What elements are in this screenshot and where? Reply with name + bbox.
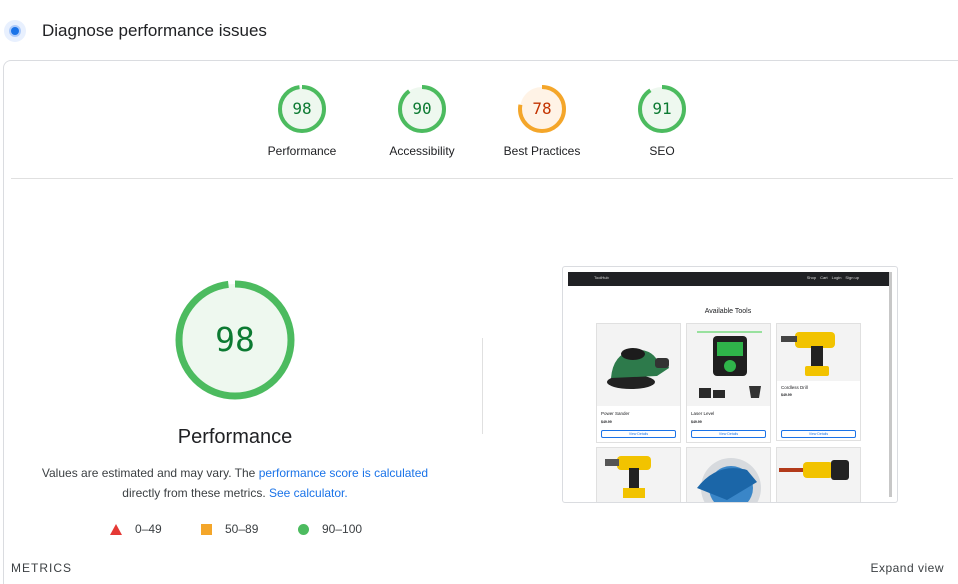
product-name: Cordless Drill [781,385,808,390]
gauge-score: 78 [532,99,551,118]
square-icon [201,523,212,535]
gauge-seo[interactable]: 91 SEO [607,83,717,158]
legend-fail: 0–49 [110,522,162,536]
thumb-nav-item: Cart [820,275,828,280]
sander-image [597,324,680,406]
thumb-brand: ToolHub [594,275,609,280]
desc-text: directly from these metrics. [122,486,266,500]
page-title: Diagnose performance issues [42,21,267,40]
product-card: Laser Level $49.99 View Details [686,323,771,443]
gauge-score: 98 [292,99,311,118]
performance-title: Performance [177,426,293,448]
product-card: Cordless Drill $49.99 View Details [776,323,861,441]
gauge-ring: 98 [278,85,326,133]
gauge-label: Performance [267,144,337,158]
thumb-nav-item: Shop [806,275,817,280]
expand-view-button[interactable]: Expand view [870,561,944,575]
product-card [776,447,861,502]
thumb-navbar: ToolHub Shop Cart Login Sign up [568,272,889,286]
circle-icon [298,523,309,535]
impact-driver-image [597,448,680,502]
drill-image [777,324,860,381]
product-card [686,447,771,502]
product-card: Power Sander $49.99 View Details [596,323,681,443]
performance-gauge-large: 98 [175,280,295,400]
product-name: Laser Level [691,411,715,416]
lighthouse-icon [4,20,26,42]
legend-pass: 90–100 [298,522,362,536]
gauge-ring: 78 [518,85,566,133]
legend-range: 90–100 [322,522,363,536]
thumb-nav-item: Sign up [845,275,859,280]
laser-level-image [687,324,770,406]
divider [11,178,953,179]
performance-score-large: 98 [215,320,255,359]
divider-vertical [482,338,483,434]
legend-range: 50–89 [225,522,259,536]
gauge-ring: 90 [398,85,446,133]
gauge-best-practices[interactable]: 78 Best Practices [487,83,597,158]
view-details-button: View Details [781,430,856,438]
score-description: Values are estimated and may vary. The p… [20,463,450,503]
reciprocating-saw-image [777,448,860,502]
thumb-heading: Available Tools [704,308,752,315]
metrics-heading: METRICS [11,561,72,575]
view-details-button: View Details [691,430,766,438]
legend-range: 0–49 [135,522,162,536]
triangle-icon [110,523,122,535]
product-name: Power Sander [601,411,630,416]
product-card [596,447,681,502]
desc-text: Values are estimated and may vary. The [41,466,256,480]
gauge-score: 90 [412,99,431,118]
product-price: $49.99 [601,420,612,424]
score-calculated-link[interactable]: performance score is calculated [259,466,428,480]
thumb-scrollbar [889,272,892,497]
gauge-score: 91 [652,99,671,118]
see-calculator-link[interactable]: See calculator. [269,486,348,500]
thumb-nav: Shop Cart Login Sign up [807,275,859,280]
page-header: Diagnose performance issues [0,0,958,60]
thumb-nav-item: Login [831,275,842,280]
product-price: $49.99 [781,393,792,397]
gauge-label: Best Practices [503,144,581,158]
gauge-ring: 91 [638,85,686,133]
gauge-label: SEO [649,144,675,158]
gauge-accessibility[interactable]: 90 Accessibility [367,83,477,158]
view-details-button: View Details [601,430,676,438]
gauge-performance[interactable]: 98 Performance [247,83,357,158]
legend-average: 50–89 [201,522,258,536]
gauge-label: Accessibility [389,144,455,158]
final-screenshot[interactable]: ToolHub Shop Cart Login Sign up Availabl… [562,266,898,503]
product-price: $49.99 [691,420,702,424]
circular-saw-image [687,448,770,502]
